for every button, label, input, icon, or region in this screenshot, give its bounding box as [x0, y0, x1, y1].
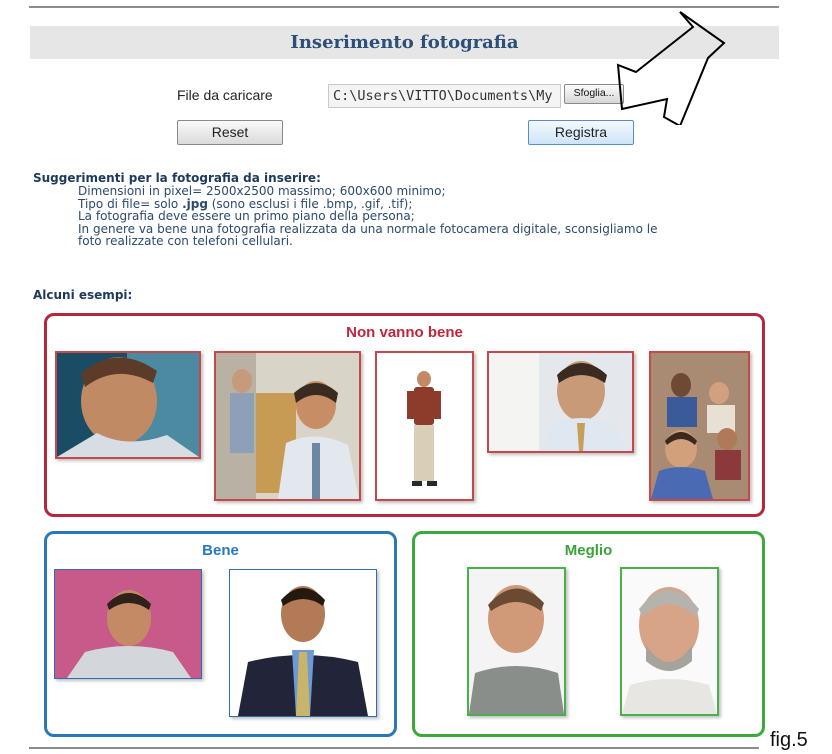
- better-examples-title: Meglio: [564, 542, 613, 559]
- pointer-arrow-icon: [616, 11, 726, 125]
- reset-button[interactable]: Reset: [177, 120, 283, 145]
- bad-photo-tilted-face: [55, 351, 201, 459]
- hints-heading: Suggerimenti per la fotografia da inseri…: [33, 171, 321, 185]
- hint-camera-cont: foto realizzate con telefoni cellulari.: [78, 234, 293, 248]
- file-label: File da caricare: [177, 87, 273, 103]
- bad-photo-crowd: [649, 351, 750, 501]
- good-photo-casual: [54, 569, 202, 679]
- better-photo-older-man: [620, 567, 719, 716]
- hints-list: Dimensioni in pixel= 2500x2500 massimo; …: [78, 185, 778, 248]
- file-path-input[interactable]: C:\Users\VITTO\Documents\My: [328, 84, 561, 108]
- bad-photo-offcenter: [487, 351, 634, 453]
- bad-photo-office-group: [214, 351, 361, 501]
- good-examples-title: Bene: [202, 542, 239, 559]
- bottom-divider: [29, 747, 759, 749]
- bad-photo-full-body: [375, 351, 474, 501]
- bad-examples-title: Non vanno bene: [346, 324, 463, 341]
- good-photo-suit: [229, 569, 377, 717]
- top-divider: [29, 6, 779, 8]
- better-photo-young-man: [467, 567, 566, 716]
- figure-caption: fig.5: [770, 729, 808, 751]
- hint-closeup: La fotografia deve essere un primo piano…: [78, 209, 415, 223]
- examples-heading: Alcuni esempi:: [33, 288, 133, 302]
